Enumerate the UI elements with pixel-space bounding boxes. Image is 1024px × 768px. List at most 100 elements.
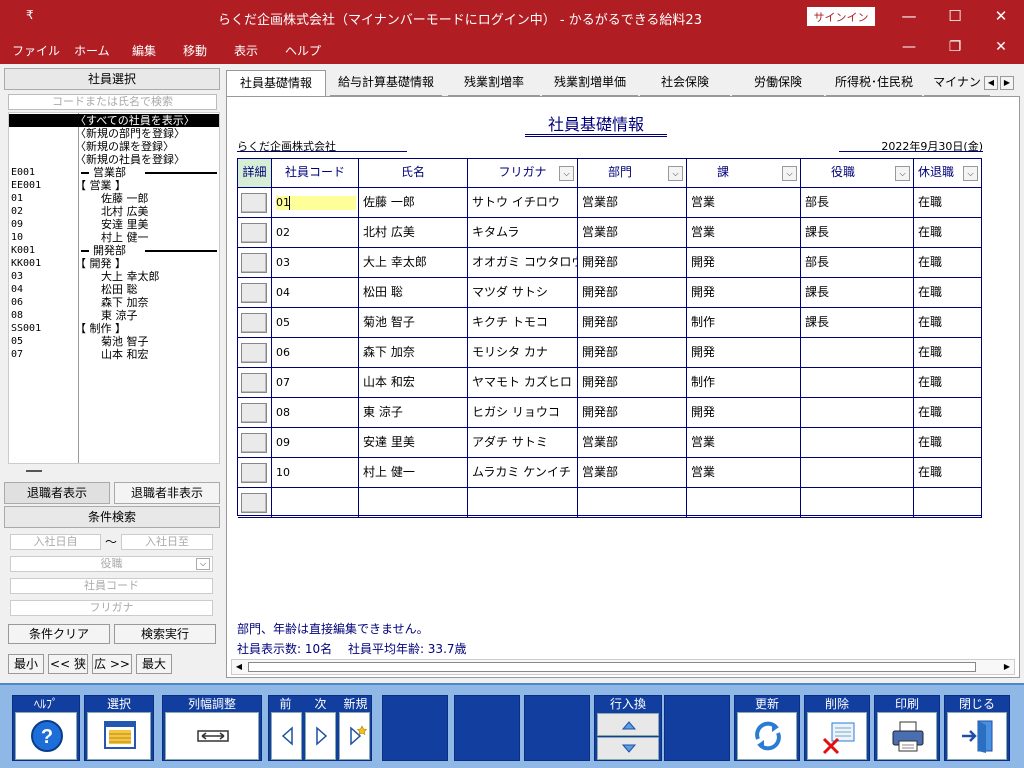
row-detail-button[interactable] bbox=[241, 193, 267, 213]
hire-date-from-input[interactable]: 入社日自 bbox=[10, 534, 101, 550]
table-cell[interactable]: 04 bbox=[272, 278, 359, 308]
tree-item[interactable]: 〈新規の社員を登録〉 bbox=[9, 153, 219, 166]
table-cell[interactable]: 03 bbox=[272, 248, 359, 278]
menu-file[interactable]: ファイル bbox=[12, 42, 60, 59]
tree-item[interactable]: 04 松田 聡 bbox=[9, 283, 219, 296]
column-header-6[interactable]: 役職 ⌵ bbox=[801, 159, 914, 188]
width-wide-button[interactable]: 広 >> bbox=[92, 654, 132, 674]
doc-close-button[interactable]: ✕ bbox=[990, 39, 1012, 55]
table-cell[interactable]: 部長 bbox=[801, 248, 914, 278]
row-down-button[interactable] bbox=[597, 737, 659, 760]
row-detail-button[interactable] bbox=[241, 403, 267, 423]
table-cell[interactable]: 開発部 bbox=[578, 248, 687, 278]
column-header-5[interactable]: 課 ⌵ bbox=[687, 159, 801, 188]
table-cell[interactable] bbox=[687, 488, 801, 518]
table-cell[interactable]: 09 bbox=[272, 428, 359, 458]
tab-5[interactable]: 労働保険 bbox=[732, 70, 824, 96]
tree-item[interactable]: 01 佐藤 一郎 bbox=[9, 192, 219, 205]
print-button[interactable] bbox=[877, 712, 937, 760]
colwidth-button[interactable] bbox=[165, 712, 259, 760]
table-cell[interactable]: 開発部 bbox=[578, 308, 687, 338]
table-cell[interactable]: 課長 bbox=[801, 218, 914, 248]
table-cell[interactable]: 開発部 bbox=[578, 368, 687, 398]
search-input[interactable]: コードまたは氏名で検索 bbox=[8, 94, 217, 110]
table-cell[interactable]: モリシタ カナ bbox=[468, 338, 578, 368]
table-cell[interactable]: アダチ サトミ bbox=[468, 428, 578, 458]
signin-button[interactable]: サインイン bbox=[807, 7, 875, 26]
table-cell[interactable]: 開発部 bbox=[578, 338, 687, 368]
table-cell[interactable] bbox=[914, 488, 982, 518]
table-cell[interactable]: 制作 bbox=[687, 368, 801, 398]
tab-0[interactable]: 社員基礎情報 bbox=[226, 70, 326, 97]
tree-item[interactable]: EE001 【 営業 】 bbox=[9, 179, 219, 192]
table-cell[interactable]: 02 bbox=[272, 218, 359, 248]
run-search-button[interactable]: 検索実行 bbox=[114, 624, 216, 644]
row-detail-button[interactable] bbox=[241, 373, 267, 393]
chevron-down-icon[interactable]: ⌵ bbox=[559, 166, 574, 181]
table-cell[interactable]: 課長 bbox=[801, 278, 914, 308]
chevron-down-icon[interactable]: ⌵ bbox=[196, 558, 210, 570]
tree-item[interactable]: 02 北村 広美 bbox=[9, 205, 219, 218]
close-window-button[interactable]: ✕ bbox=[978, 0, 1024, 34]
table-cell[interactable]: 北村 広美 bbox=[359, 218, 468, 248]
table-cell[interactable]: 01 bbox=[272, 188, 359, 218]
table-cell[interactable]: 佐藤 一郎 bbox=[359, 188, 468, 218]
minimize-button[interactable]: — bbox=[886, 0, 932, 34]
table-cell[interactable]: 在職 bbox=[914, 188, 982, 218]
table-cell[interactable]: 制作 bbox=[687, 308, 801, 338]
table-cell[interactable]: 開発部 bbox=[578, 398, 687, 428]
chevron-down-icon[interactable]: ⌵ bbox=[668, 166, 683, 181]
table-cell[interactable]: 10 bbox=[272, 458, 359, 488]
row-up-button[interactable] bbox=[597, 713, 659, 736]
new-button[interactable] bbox=[339, 712, 370, 760]
chevron-down-icon[interactable]: ⌵ bbox=[895, 166, 910, 181]
doc-restore-button[interactable]: ❐ bbox=[944, 39, 966, 55]
table-cell[interactable]: キタムラ bbox=[468, 218, 578, 248]
table-cell[interactable]: 営業部 bbox=[578, 218, 687, 248]
table-cell[interactable]: 森下 加奈 bbox=[359, 338, 468, 368]
table-cell[interactable] bbox=[801, 368, 914, 398]
row-detail-button[interactable] bbox=[241, 493, 267, 513]
position-select[interactable]: 役職 ⌵ bbox=[10, 556, 213, 572]
row-detail-button[interactable] bbox=[241, 283, 267, 303]
clear-conditions-button[interactable]: 条件クリア bbox=[8, 624, 110, 644]
tab-scroll-right-icon[interactable]: ▶ bbox=[1000, 76, 1014, 90]
table-cell[interactable]: 開発部 bbox=[578, 278, 687, 308]
table-cell[interactable]: 開発 bbox=[687, 398, 801, 428]
table-cell[interactable]: 山本 和宏 bbox=[359, 368, 468, 398]
row-detail-button[interactable] bbox=[241, 313, 267, 333]
table-cell[interactable] bbox=[801, 458, 914, 488]
table-cell[interactable] bbox=[578, 488, 687, 518]
tree-item[interactable]: 03 大上 幸太郎 bbox=[9, 270, 219, 283]
splitter-handle[interactable] bbox=[26, 470, 42, 472]
table-cell[interactable]: サトウ イチロウ bbox=[468, 188, 578, 218]
tree-item[interactable]: K001 開発部 bbox=[9, 244, 219, 257]
table-cell[interactable]: 開発 bbox=[687, 278, 801, 308]
horizontal-scrollbar[interactable]: ◀ ▶ bbox=[231, 659, 1015, 675]
row-detail-button[interactable] bbox=[241, 343, 267, 363]
scroll-right-icon[interactable]: ▶ bbox=[1000, 660, 1014, 674]
tree-item[interactable]: SS001 【 制作 】 bbox=[9, 322, 219, 335]
tab-2[interactable]: 残業割増率 bbox=[448, 70, 540, 96]
tree-item[interactable]: 09 安達 里美 bbox=[9, 218, 219, 231]
tree-item[interactable]: KK001 【 開発 】 bbox=[9, 257, 219, 270]
menu-view[interactable]: 表示 bbox=[234, 42, 258, 59]
table-cell[interactable]: 菊池 智子 bbox=[359, 308, 468, 338]
tree-item[interactable]: 08 東 涼子 bbox=[9, 309, 219, 322]
tab-6[interactable]: 所得税･住民税 bbox=[826, 70, 922, 96]
menu-home[interactable]: ホーム bbox=[74, 42, 110, 59]
hire-date-to-input[interactable]: 入社日至 bbox=[121, 534, 213, 550]
chevron-down-icon[interactable]: ⌵ bbox=[963, 166, 978, 181]
table-cell[interactable]: 在職 bbox=[914, 308, 982, 338]
tab-1[interactable]: 給与計算基礎情報 bbox=[330, 70, 442, 96]
employee-tree[interactable]: 〈すべての社員を表示〉 〈新規の部門を登録〉 〈新規の課を登録〉 〈新規の社員を登録〉… bbox=[8, 112, 220, 464]
table-cell[interactable]: 在職 bbox=[914, 398, 982, 428]
row-detail-button[interactable] bbox=[241, 223, 267, 243]
table-cell[interactable]: 松田 聡 bbox=[359, 278, 468, 308]
next-button[interactable] bbox=[305, 712, 336, 760]
table-cell[interactable] bbox=[359, 488, 468, 518]
table-cell[interactable]: 在職 bbox=[914, 278, 982, 308]
employee-code-input[interactable]: 社員コード bbox=[10, 578, 213, 594]
tree-item[interactable]: 10 村上 健一 bbox=[9, 231, 219, 244]
table-cell[interactable]: 開発 bbox=[687, 248, 801, 278]
